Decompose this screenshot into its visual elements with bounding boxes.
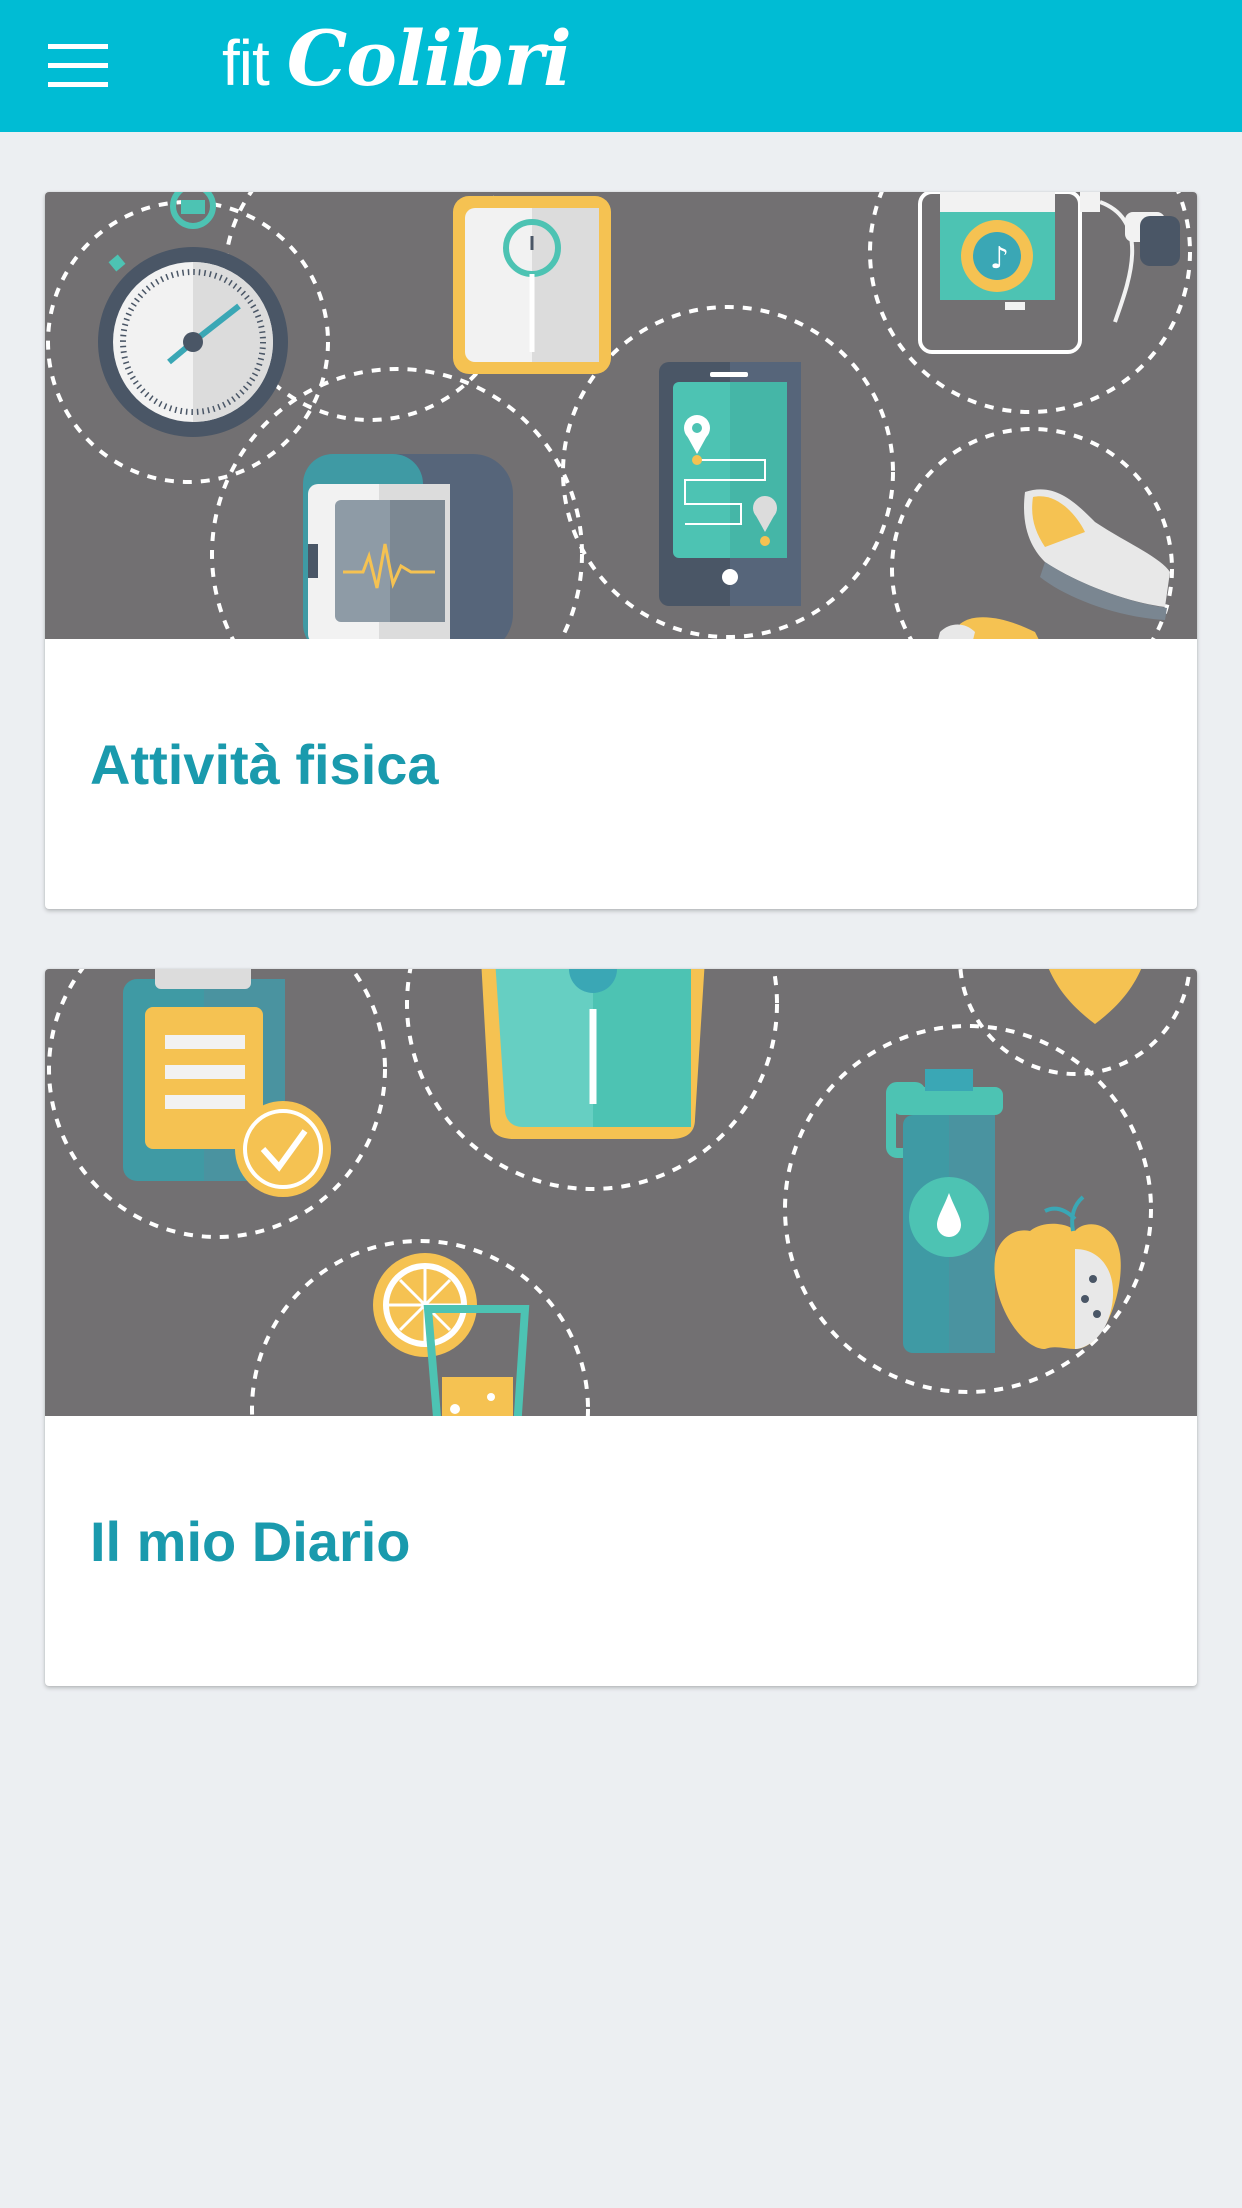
app-logo: fit Colibri: [222, 14, 572, 118]
apple-icon: [994, 1195, 1121, 1349]
smartwatch-icon: [303, 454, 513, 639]
svg-text:♪: ♪: [990, 241, 1009, 276]
logo-name: Colibri: [286, 14, 572, 103]
lemon-drink-icon: [373, 1253, 530, 1416]
diary-nutrition-illustration: [45, 969, 1197, 1416]
stopwatch-icon: [98, 192, 288, 437]
card-il-mio-diario[interactable]: Il mio Diario: [45, 969, 1197, 1686]
hamburger-menu-icon: [48, 44, 108, 87]
water-bottle-icon: [886, 1069, 1003, 1353]
clipboard-check-icon: [123, 969, 331, 1197]
smartphone-map-icon: [659, 362, 801, 606]
card-title: Attività fisica: [90, 733, 439, 796]
menu-button[interactable]: [28, 26, 128, 106]
fitness-gadgets-illustration: ♪: [45, 192, 1197, 639]
music-player-icon: ♪: [918, 192, 1180, 354]
app-bar: fit Colibri: [0, 0, 1242, 132]
logo-prefix: fit: [222, 27, 270, 99]
card-title: Il mio Diario: [90, 1510, 411, 1573]
scale-icon: [481, 969, 705, 1139]
scale-icon: [453, 196, 611, 374]
card-attivita-fisica[interactable]: ♪ Attività fisica: [45, 192, 1197, 909]
sneakers-icon: [938, 489, 1170, 639]
leaf-icon: [1048, 969, 1142, 1024]
